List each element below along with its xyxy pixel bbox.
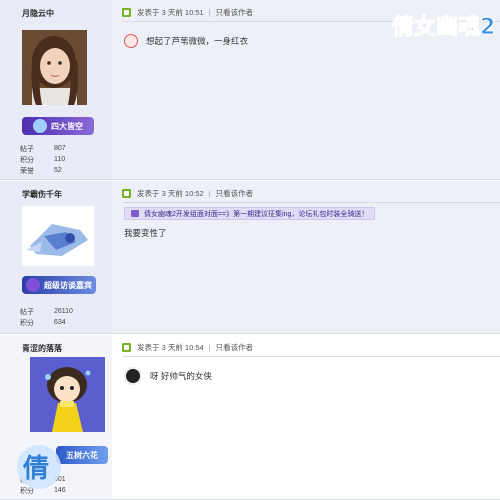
meta-separator: | [208,343,211,352]
logo-text: 倩女幽魂2 [391,14,495,40]
user-stats: 帖子 26110 积分 634 [20,306,73,328]
post-status-icon [122,343,131,352]
user-title-badge: 超级访谈嘉宾 [22,276,96,294]
badge-icon [33,119,47,133]
post-content-area: 发表于 3 天前 10:52 | 只看该作者 倩女幽魂2开发组面对面==》第一期… [112,181,500,333]
watermark-text: 倩 [22,454,49,484]
stat-row: 帖子 26110 [20,306,73,317]
meta-separator: | [208,8,211,17]
post-content-area: 发表于 3 天前 10:54 | 只看该作者 呀 好帅气的女侠 [112,335,500,499]
author-panel: 月隐云中 四大皆空 帖子 807 积分 110 荣誉 52 [0,0,112,179]
stat-value[interactable]: 110 [54,156,65,163]
view-author-only-link[interactable]: 只看该作者 [216,342,254,353]
badge-label: 四大皆空 [51,121,83,131]
post-text: 想起了芦苇微微，一身红衣 [146,36,249,46]
post-timestamp: 发表于 3 天前 10:51 [137,8,204,17]
post-meta: 发表于 3 天前 10:51 | 只看该作者 [122,7,253,18]
badge-label: 五树六花 [66,450,98,460]
post-body: 呀 好帅气的女侠 [124,367,212,385]
avatar[interactable] [30,357,105,432]
post-text: 我要变性了 [124,228,167,238]
stat-label: 帖子 [20,308,34,316]
meta-separator: | [208,189,211,198]
post-timestamp: 发表于 3 天前 10:52 [137,189,204,198]
stat-label: 帖子 [20,145,34,153]
view-author-only-link[interactable]: 只看该作者 [216,7,254,18]
watermark-logo: 倩 [14,442,64,492]
stat-label: 积分 [20,156,34,164]
panda-emoticon-icon [124,367,142,385]
avatar[interactable] [22,30,87,105]
post-timestamp: 发表于 3 天前 10:54 [137,343,204,352]
post-status-icon [122,8,131,17]
post-meta: 发表于 3 天前 10:54 | 只看该作者 [122,342,253,353]
user-title-badge: 四大皆空 [22,117,94,135]
post-2: 学霸伤千年 超级访谈嘉宾 帖子 26110 积分 634 发表于 3 天前 10:5… [0,181,500,334]
badge-label: 超级访谈嘉宾 [44,280,92,290]
stat-row: 积分 634 [20,317,73,328]
divider [122,202,500,203]
link-icon [131,210,139,217]
stat-label: 荣誉 [20,167,34,175]
stat-row: 积分 110 [20,154,66,165]
stat-label: 积分 [20,319,34,327]
badge-icon [26,278,40,292]
author-name[interactable]: 青涩的落落 [22,343,62,354]
quoted-link-text[interactable]: 倩女幽魂2开发组面对面==》第一期建议征集ing，论坛礼包时装全骑送！ [144,209,368,219]
post-text: 呀 好帅气的女侠 [150,371,212,381]
author-name[interactable]: 学霸伤千年 [22,189,62,200]
view-author-only-link[interactable]: 只看该作者 [216,188,254,199]
stat-row: 帖子 807 [20,143,66,154]
post-meta: 发表于 3 天前 10:52 | 只看该作者 [122,188,253,199]
stat-value[interactable]: 52 [54,167,62,174]
quoted-link-bar[interactable]: 倩女幽魂2开发组面对面==》第一期建议征集ing，论坛礼包时装全骑送！ [124,207,376,220]
author-panel: 学霸伤千年 超级访谈嘉宾 帖子 26110 积分 634 [0,181,112,333]
stat-value[interactable]: 807 [54,145,66,152]
post-status-icon [122,189,131,198]
game-logo: 倩女幽魂2 [386,4,496,46]
author-name[interactable]: 月隐云中 [22,8,54,19]
post-body: 想起了芦苇微微，一身红衣 [124,34,248,48]
stat-value[interactable]: 634 [54,319,66,326]
post-body: 我要变性了 [124,227,167,239]
stat-value[interactable]: 26110 [54,308,73,315]
stat-row: 荣誉 52 [20,165,66,176]
divider [122,356,500,357]
post-3: 青涩的落落 五树六花 帖子601 积分146 发表于 3 天前 1 [0,335,500,500]
avatar[interactable] [22,206,94,266]
emoticon-icon [124,34,138,48]
user-stats: 帖子 807 积分 110 荣誉 52 [20,143,66,176]
